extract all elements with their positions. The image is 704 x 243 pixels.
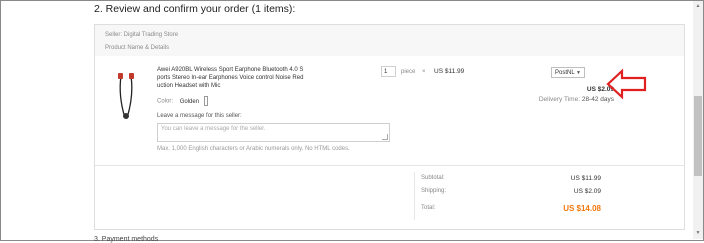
shipping-method-value: PostNL — [555, 70, 575, 76]
scroll-up-icon[interactable]: ▲ — [694, 2, 702, 10]
product-name-line[interactable]: Awei A920BL Wireless Sport Earphone Blue… — [157, 66, 317, 74]
message-hint: Max. 1,000 English characters or Arabic … — [157, 146, 350, 152]
message-placeholder: You can leave a message for the seller. — [161, 126, 266, 132]
total-label: Total: — [421, 205, 436, 211]
order-box: Seller: Digital Trading Store Product Na… — [94, 24, 685, 230]
scrollbar-thumb[interactable] — [694, 96, 702, 176]
product-name-line[interactable]: uction Headset with Mic — [157, 82, 317, 90]
edit-color-icon[interactable] — [203, 96, 208, 106]
chevron-down-icon: ▼ — [576, 70, 581, 76]
resize-grip-icon[interactable] — [382, 134, 388, 140]
shipping-value: US $2.09 — [573, 188, 601, 195]
seller-message-textarea[interactable]: You can leave a message for the seller. — [157, 123, 390, 142]
shipping-label: Shipping: — [421, 188, 447, 194]
color-label: Color: — [157, 98, 174, 105]
color-value: Golden — [179, 98, 200, 105]
product-details-header: Product Name & Details — [105, 45, 170, 51]
delivery-time: Delivery Time: 28-42 days — [507, 96, 614, 103]
product-name[interactable]: Awei A920BL Wireless Sport Earphone Blue… — [157, 66, 317, 90]
summary-divider — [95, 165, 684, 166]
product-name-line[interactable]: ports Stereo In-ear Earphones Voice cont… — [157, 74, 317, 82]
shipping-method-select[interactable]: PostNL ▼ — [551, 67, 585, 78]
delivery-label: Delivery Time: — [538, 96, 581, 103]
subtotal-label: Subtotal: — [421, 175, 445, 181]
unit-price: US $11.99 — [434, 68, 465, 75]
seller-header: Seller: Digital Trading Store Product Na… — [95, 25, 684, 56]
product-thumbnail[interactable] — [111, 70, 141, 122]
arrow-left-outline-icon — [606, 68, 647, 100]
quantity-unit: piece — [401, 69, 416, 75]
scroll-down-icon[interactable]: ▼ — [694, 229, 702, 237]
section-title: 2. Review and confirm your order (1 item… — [94, 3, 296, 15]
total-value: US $14.08 — [563, 204, 601, 213]
message-label: Leave a message for this seller: — [157, 113, 242, 119]
quantity-input[interactable]: 1 — [381, 66, 396, 77]
summary-vertical-divider — [414, 172, 415, 220]
seller-label: Seller: Digital Trading Store — [105, 32, 179, 38]
payment-section-title: 3. Payment methods — [94, 236, 159, 243]
subtotal-value: US $11.99 — [570, 175, 601, 182]
color-row: Color: Golden — [157, 96, 208, 106]
times-sign: × — [422, 69, 426, 75]
